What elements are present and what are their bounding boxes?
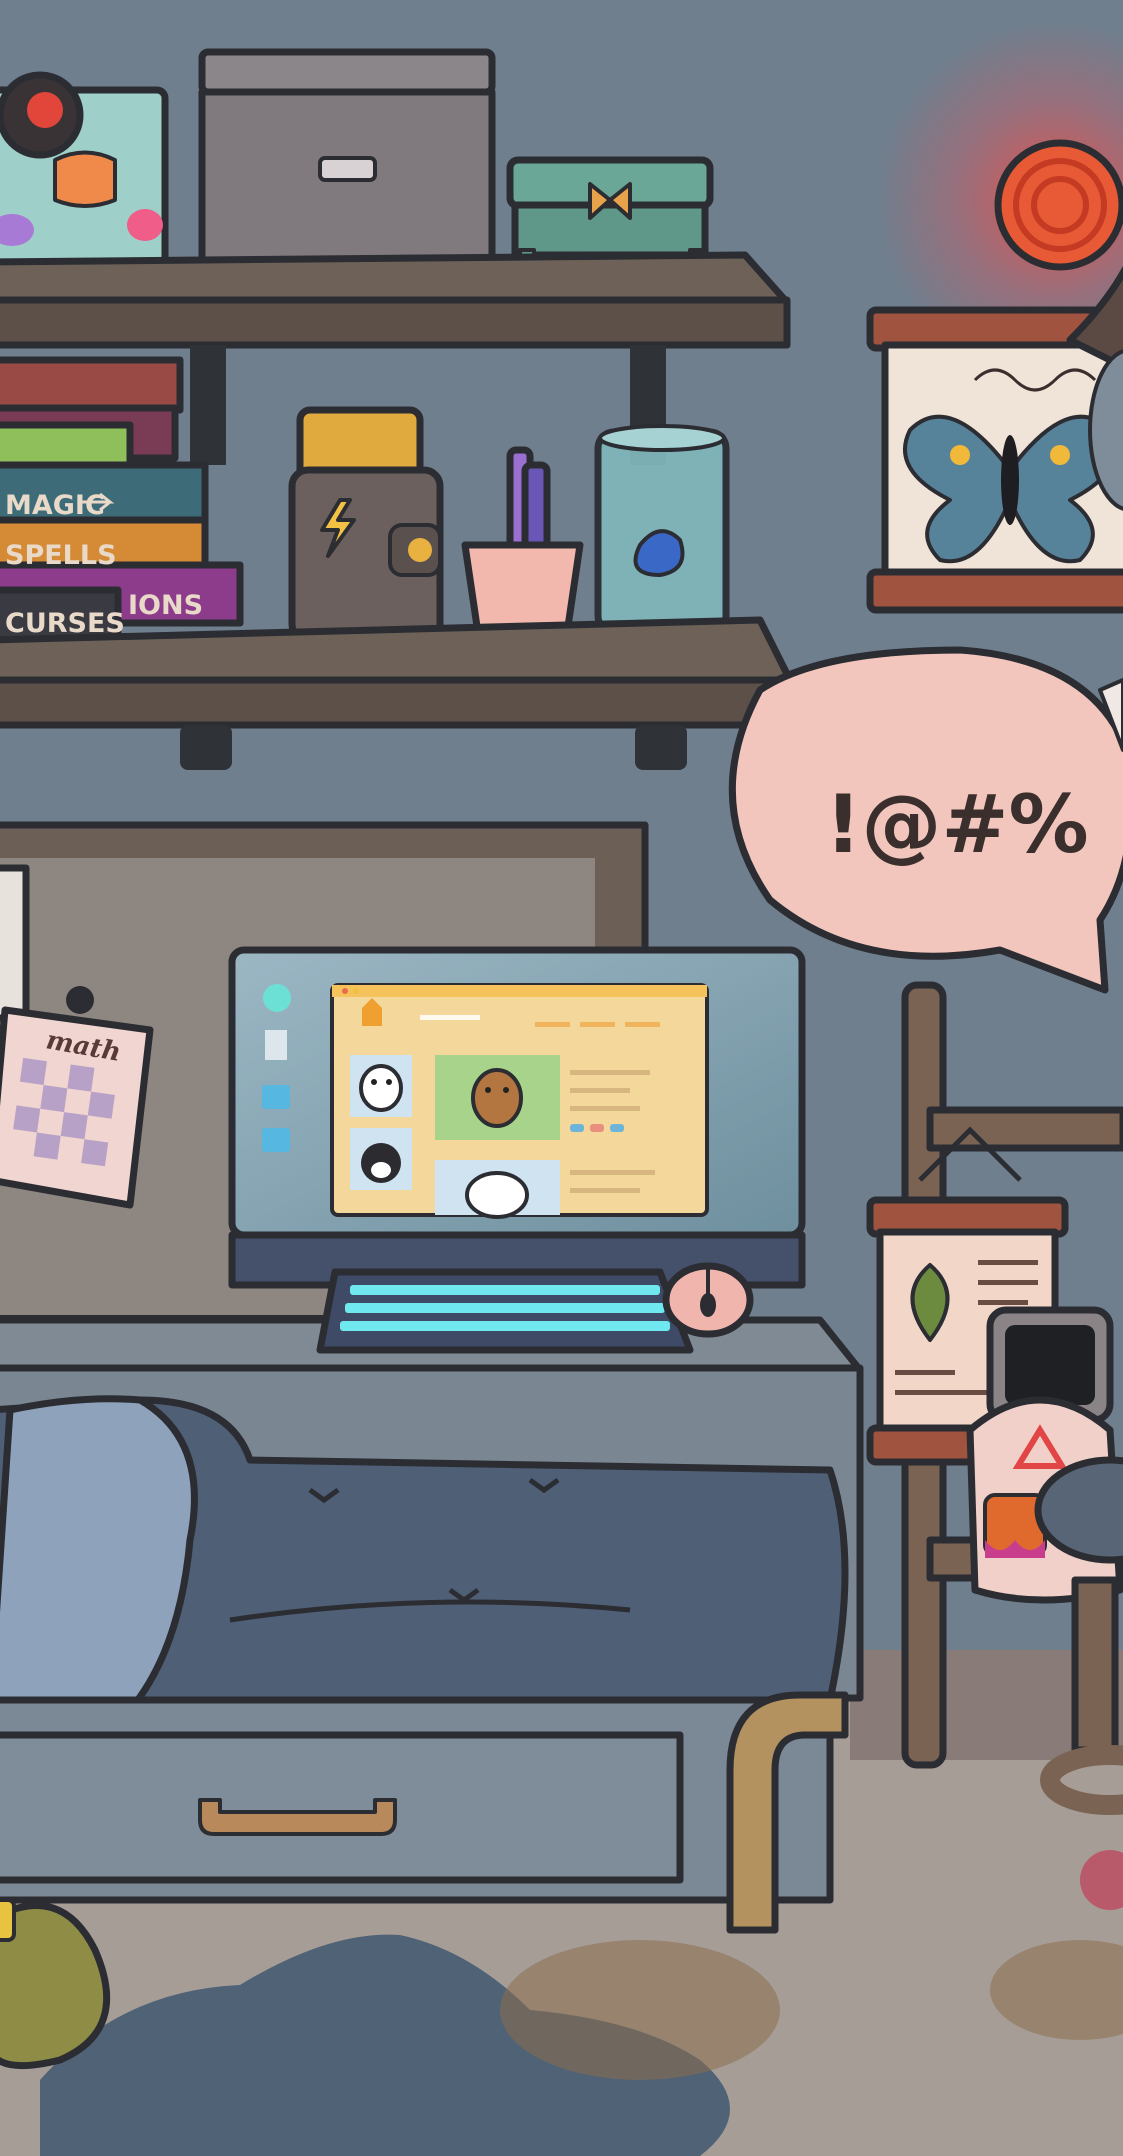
red-lamp[interactable] <box>994 139 1123 271</box>
floor-shadow <box>500 1940 780 2080</box>
document-icon[interactable] <box>265 1030 287 1060</box>
pet-card-cat[interactable] <box>350 1128 412 1190</box>
folder-icon[interactable] <box>262 1085 290 1109</box>
sticker-box[interactable] <box>0 71 169 269</box>
mouse[interactable] <box>662 1262 754 1338</box>
pet-card-dalmatian[interactable] <box>350 1055 412 1117</box>
bed-drawer[interactable] <box>0 1731 684 1884</box>
book-potions-label: IONS <box>128 590 203 621</box>
storage-box[interactable] <box>198 48 496 268</box>
jewelry-box[interactable] <box>506 156 714 266</box>
speech-bubble-text: !@#% <box>825 778 1089 871</box>
pet-card-white-dog[interactable] <box>435 1160 560 1219</box>
butterfly-frame[interactable] <box>866 306 1123 614</box>
monitor[interactable] <box>228 946 806 1289</box>
browser-window[interactable] <box>330 983 709 1219</box>
book-magic-label: MAGIC <box>5 490 105 521</box>
book-spells-label: SPELLS <box>5 540 117 571</box>
folder-icon-2[interactable] <box>262 1128 290 1152</box>
wallet[interactable] <box>288 406 444 644</box>
bed[interactable] <box>0 1395 849 1934</box>
pet-card-shepherd[interactable] <box>435 1055 560 1140</box>
desktop-app-icon[interactable] <box>263 984 291 1012</box>
keyboard[interactable] <box>316 1268 694 1354</box>
glass-jar[interactable] <box>594 424 730 636</box>
pinned-photo[interactable] <box>0 864 30 1022</box>
game-scene: MAGIC SPELLS CURSES IONS !@#% math <box>0 0 1123 2156</box>
